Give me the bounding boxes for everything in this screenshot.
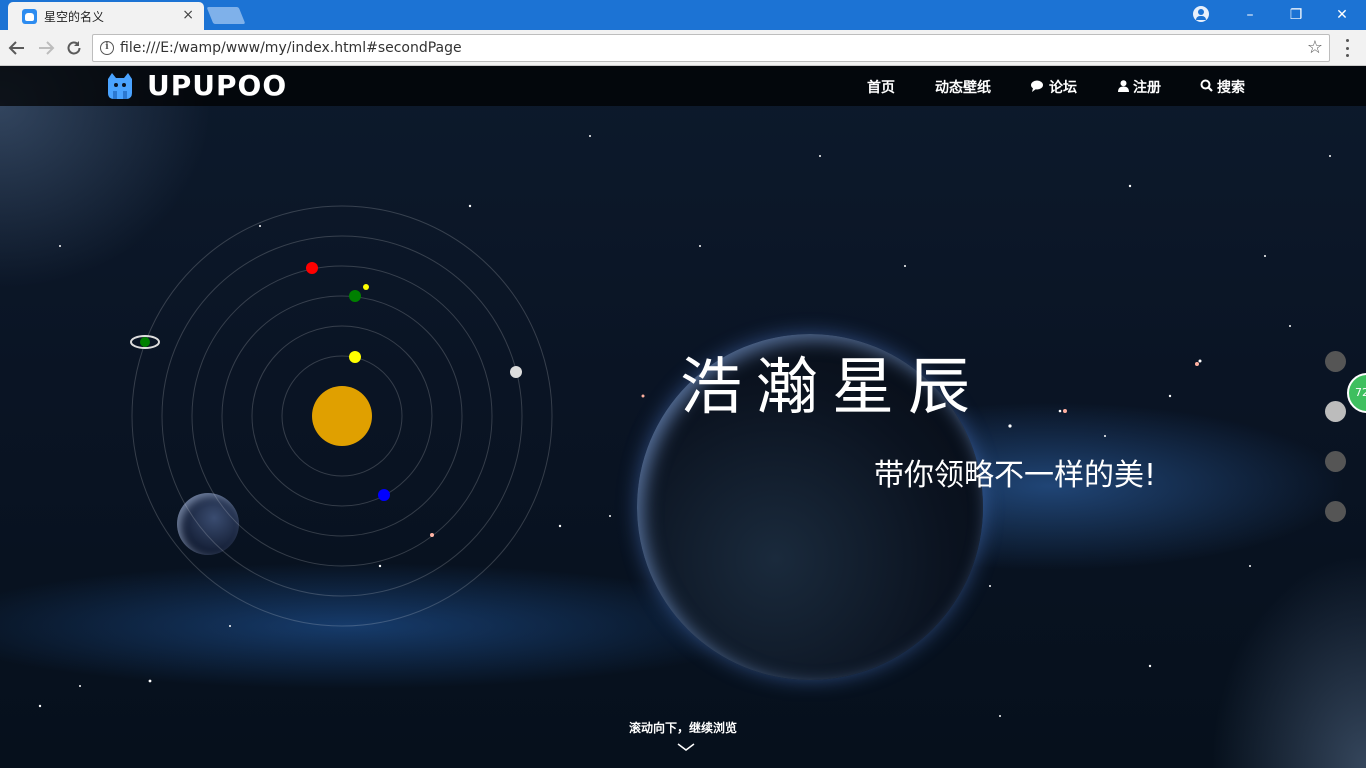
hero-title: 浩瀚星辰 (680, 350, 985, 423)
new-tab-button[interactable] (206, 7, 246, 24)
site-header: UPUPOO 首页 动态壁纸 论坛 注册 搜索 (0, 66, 1366, 106)
back-arrow-icon[interactable] (5, 36, 29, 60)
tab-title: 星空的名义 (44, 10, 105, 24)
browser-tab-strip: 星空的名义 × – ❐ ✕ (0, 0, 1366, 30)
planet-green-icon (349, 290, 361, 302)
page-viewport: UPUPOO 首页 动态壁纸 论坛 注册 搜索 浩瀚星辰 带你领略不一样的美! (0, 66, 1366, 768)
nav-forum-label: 论坛 (1049, 80, 1077, 96)
profile-icon[interactable] (1193, 6, 1209, 22)
hero-subtitle: 带你领略不一样的美! (874, 458, 1157, 493)
section-nav (1325, 351, 1347, 551)
address-bar[interactable]: i file:///E:/wamp/www/my/index.html#seco… (92, 34, 1330, 62)
url-text[interactable]: file:///E:/wamp/www/my/index.html#second… (120, 40, 462, 56)
restore-button[interactable]: ❐ (1273, 0, 1319, 30)
nav-search-label: 搜索 (1217, 80, 1245, 96)
nav-register-label: 注册 (1133, 80, 1161, 96)
forward-arrow-icon[interactable] (34, 36, 58, 60)
nav-register[interactable]: 注册 (1118, 77, 1161, 97)
favicon-icon (22, 9, 37, 24)
browser-toolbar: i file:///E:/wamp/www/my/index.html#seco… (0, 30, 1366, 66)
chevron-down-icon[interactable] (677, 742, 695, 752)
user-icon (1118, 80, 1129, 96)
planet-red-icon (306, 262, 318, 274)
logo-cat-icon[interactable] (105, 71, 135, 101)
moon-yellow-icon (363, 284, 369, 290)
close-window-button[interactable]: ✕ (1319, 0, 1365, 30)
tab-close-icon[interactable]: × (182, 7, 194, 23)
minimize-button[interactable]: – (1227, 0, 1273, 30)
nav-forum[interactable]: 论坛 (1031, 77, 1077, 97)
nav-live-wallpaper-label: 动态壁纸 (935, 80, 991, 96)
info-icon[interactable]: i (100, 41, 114, 55)
search-icon (1200, 79, 1213, 96)
planet-white-icon (510, 366, 522, 378)
scroll-hint: 滚动向下，继续浏览 (628, 721, 737, 735)
sun-icon (312, 386, 372, 446)
section-dot-3[interactable] (1325, 451, 1346, 472)
planet-yellow-icon (349, 351, 361, 363)
star-icon[interactable]: ☆ (1307, 37, 1323, 58)
reload-icon[interactable] (62, 36, 86, 60)
logo-text[interactable]: UPUPOO (147, 69, 287, 102)
menu-icon[interactable] (1340, 39, 1354, 57)
section-dot-2[interactable] (1325, 401, 1346, 422)
nav-home-label: 首页 (867, 80, 895, 96)
planet-saturn-icon (140, 337, 150, 347)
browser-tab[interactable]: 星空的名义 × (8, 2, 204, 30)
planet-blue-icon (378, 489, 390, 501)
section-dot-4[interactable] (1325, 501, 1346, 522)
nav-search[interactable]: 搜索 (1200, 77, 1245, 97)
nav-live-wallpaper[interactable]: 动态壁纸 (935, 77, 991, 97)
section-dot-1[interactable] (1325, 351, 1346, 372)
nav-home[interactable]: 首页 (867, 77, 895, 97)
comments-icon (1031, 80, 1045, 96)
